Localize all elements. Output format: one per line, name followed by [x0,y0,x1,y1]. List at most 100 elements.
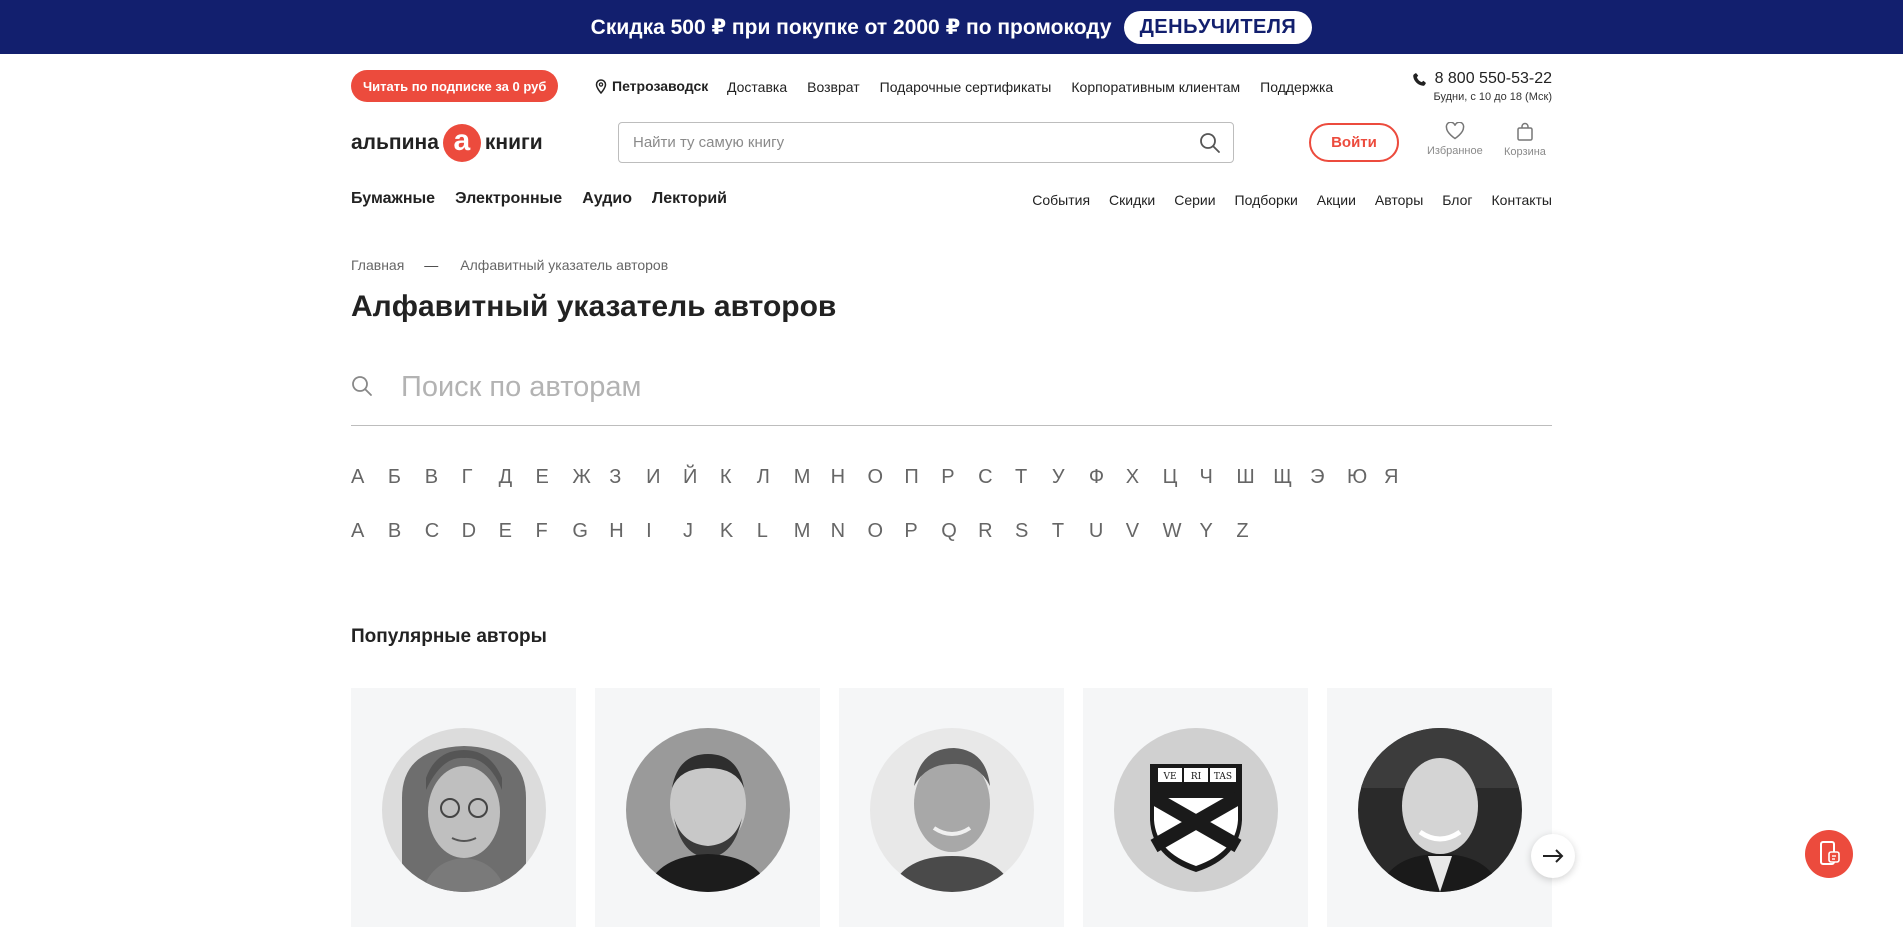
cart-button[interactable]: Корзина [1504,122,1546,158]
letter-link-ru[interactable]: О [867,466,904,489]
nav-item-collections[interactable]: Подборки [1235,192,1298,208]
nav-item-audio[interactable]: Аудио [582,190,632,208]
letter-link-ru[interactable]: Х [1126,466,1163,489]
search-icon[interactable] [1199,132,1221,159]
nav-item-discounts[interactable]: Скидки [1109,192,1155,208]
top-links: Доставка Возврат Подарочные сертификаты … [727,79,1333,95]
letter-link-ru[interactable]: П [904,466,941,489]
nav-item-events[interactable]: События [1032,192,1090,208]
letter-link-ru[interactable]: Й [683,466,720,489]
top-link-delivery[interactable]: Доставка [727,79,787,95]
letter-link-ru[interactable]: Е [535,466,572,489]
letter-link-en[interactable]: U [1089,520,1126,543]
letter-link-ru[interactable]: Б [388,466,425,489]
letter-link-en[interactable]: D [462,520,499,543]
author-search [351,362,1552,426]
letter-link-en[interactable]: K [720,520,757,543]
author-card[interactable] [351,688,576,927]
promo-banner[interactable]: Скидка 500 ₽ при покупке от 2000 ₽ по пр… [0,0,1903,54]
nav-item-contacts[interactable]: Контакты [1492,192,1552,208]
letter-link-en[interactable]: I [646,520,683,543]
letter-link-en[interactable]: B [388,520,425,543]
letter-link-ru[interactable]: С [978,466,1015,489]
top-bar: Читать по подписке за 0 руб Петрозаводск… [351,68,1552,104]
letter-link-ru[interactable]: Ц [1163,466,1200,489]
site-search-input[interactable] [633,123,1173,162]
letter-link-en[interactable]: O [867,520,904,543]
login-button[interactable]: Войти [1309,123,1399,162]
letter-link-ru[interactable]: М [794,466,831,489]
city-selector[interactable]: Петрозаводск [595,78,708,94]
letter-link-en[interactable]: S [1015,520,1052,543]
logo-mark: а [442,124,481,162]
letter-link-en[interactable]: A [351,520,388,543]
letter-link-en[interactable]: J [683,520,720,543]
letter-link-en[interactable]: W [1163,520,1200,543]
letter-link-en[interactable]: M [794,520,831,543]
mobile-app-button[interactable] [1805,830,1853,878]
top-link-support[interactable]: Поддержка [1260,79,1333,95]
top-link-corporate[interactable]: Корпоративным клиентам [1071,79,1240,95]
nav-item-series[interactable]: Серии [1174,192,1215,208]
alphabet-cyrillic: АБВГДЕЖЗИЙКЛМНОПРСТУФХЦЧШЩЭЮЯ [351,466,1421,489]
top-link-returns[interactable]: Возврат [807,79,860,95]
favorites-button[interactable]: Избранное [1427,122,1483,157]
letter-link-ru[interactable]: Г [462,466,499,489]
letter-link-ru[interactable]: Ч [1199,466,1236,489]
letter-link-ru[interactable]: Д [499,466,536,489]
letter-link-ru[interactable]: Щ [1273,466,1310,489]
letter-link-en[interactable]: F [535,520,572,543]
author-photo [1358,728,1522,892]
page-title: Алфавитный указатель авторов [351,290,837,323]
letter-link-en[interactable]: N [831,520,868,543]
letter-link-ru[interactable]: Ж [572,466,609,489]
letter-link-en[interactable]: P [904,520,941,543]
letter-link-ru[interactable]: З [609,466,646,489]
nav-item-lectures[interactable]: Лекторий [652,190,727,208]
author-card[interactable] [839,688,1064,927]
author-search-input[interactable] [401,362,1501,412]
letter-link-ru[interactable]: И [646,466,683,489]
letter-link-ru[interactable]: Р [941,466,978,489]
letter-link-en[interactable]: Y [1199,520,1236,543]
letter-link-ru[interactable]: Ф [1089,466,1126,489]
author-card[interactable] [595,688,820,927]
nav-item-blog[interactable]: Блог [1442,192,1472,208]
nav-item-promotions[interactable]: Акции [1317,192,1356,208]
letter-link-en[interactable]: V [1126,520,1163,543]
letter-link-ru[interactable]: У [1052,466,1089,489]
letter-link-ru[interactable]: Ш [1236,466,1273,489]
phone-hours: Будни, с 10 до 18 (Мск) [1433,91,1552,103]
letter-link-en[interactable]: G [572,520,609,543]
letter-link-ru[interactable]: В [425,466,462,489]
letter-link-ru[interactable]: Я [1384,466,1421,489]
site-logo[interactable]: альпина а книги [351,124,543,162]
letter-link-ru[interactable]: Н [831,466,868,489]
letter-link-ru[interactable]: К [720,466,757,489]
letter-link-ru[interactable]: Т [1015,466,1052,489]
letter-link-ru[interactable]: Л [757,466,794,489]
subscribe-button[interactable]: Читать по подписке за 0 руб [351,70,559,102]
author-card[interactable]: VE RI TAS [1083,688,1308,927]
letter-link-ru[interactable]: Э [1310,466,1347,489]
letter-link-en[interactable]: E [499,520,536,543]
nav-item-paper[interactable]: Бумажные [351,190,435,208]
letter-link-en[interactable]: Z [1236,520,1273,543]
promo-code-badge[interactable]: ДЕНЬУЧИТЕЛЯ [1123,10,1313,44]
letter-link-ru[interactable]: А [351,466,388,489]
letter-link-en[interactable]: Q [941,520,978,543]
author-card[interactable] [1327,688,1552,927]
nav-item-authors[interactable]: Авторы [1375,192,1423,208]
letter-link-ru[interactable]: Ю [1347,466,1384,489]
breadcrumb-home[interactable]: Главная [351,257,404,273]
top-link-gift-cards[interactable]: Подарочные сертификаты [880,79,1052,95]
phone-number-link[interactable]: 8 800 550-53-22 [1435,70,1552,88]
letter-link-en[interactable]: H [609,520,646,543]
letter-link-en[interactable]: C [425,520,462,543]
phone-app-icon [1820,841,1840,865]
letter-link-en[interactable]: R [978,520,1015,543]
letter-link-en[interactable]: T [1052,520,1089,543]
carousel-next-button[interactable] [1531,834,1575,878]
nav-item-ebooks[interactable]: Электронные [455,190,562,208]
letter-link-en[interactable]: L [757,520,794,543]
